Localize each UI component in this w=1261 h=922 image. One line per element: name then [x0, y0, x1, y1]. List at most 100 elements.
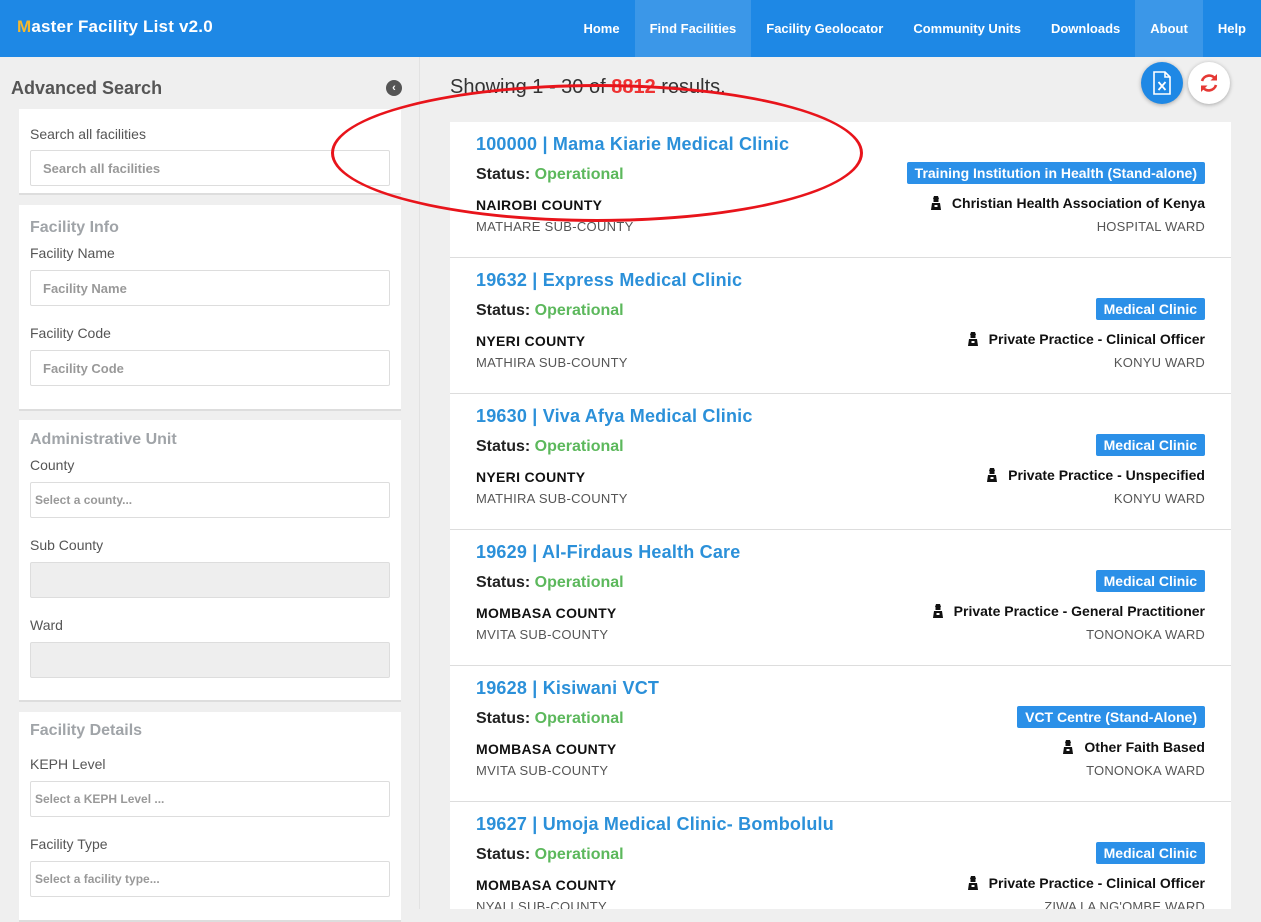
- facility-sub-county: MATHIRA SUB-COUNTY: [476, 355, 628, 370]
- facility-type-badge: Medical Clinic: [1095, 434, 1205, 456]
- status-label: Status:: [476, 574, 535, 591]
- facility-sub-county: NYALI SUB-COUNTY: [476, 899, 607, 909]
- chevron-left-circle-icon[interactable]: ‹: [386, 80, 402, 96]
- results-suffix: results.: [655, 76, 726, 98]
- excel-export-icon: [1153, 71, 1171, 95]
- facility-result-card: 19629 | Al-Firdaus Health Care Status: O…: [450, 530, 1231, 666]
- facility-result-card: 19632 | Express Medical Clinic Status: O…: [450, 258, 1231, 394]
- county-select-placeholder: Select a county...: [35, 493, 133, 507]
- facility-status: Status: Operational: [476, 710, 624, 728]
- status-label: Status:: [476, 846, 535, 863]
- status-label: Status:: [476, 166, 535, 183]
- owner-icon: [987, 468, 998, 482]
- county-label: County: [30, 457, 75, 473]
- brand-first-letter: M: [17, 17, 32, 36]
- status-label: Status:: [476, 302, 535, 319]
- facility-name-input[interactable]: [43, 280, 377, 296]
- facility-ward: KONYU WARD: [1113, 491, 1205, 506]
- facility-owner: Private Practice - Unspecified: [986, 467, 1205, 483]
- facility-title-link[interactable]: 19629 | Al-Firdaus Health Care: [476, 542, 740, 563]
- nav-about[interactable]: About: [1135, 0, 1203, 57]
- facility-result-card: 19630 | Viva Afya Medical Clinic Status:…: [450, 394, 1231, 530]
- owner-name: Private Practice - Clinical Officer: [988, 331, 1205, 347]
- status-value: Operational: [534, 302, 624, 319]
- facility-details-panel: Facility Details KEPH Level Select a KEP…: [19, 712, 401, 922]
- search-all-input-wrap: [30, 150, 390, 186]
- facility-type-badge: VCT Centre (Stand-Alone): [1017, 706, 1205, 728]
- facility-code-wrap: [30, 350, 390, 386]
- facility-owner: Christian Health Association of Kenya: [930, 195, 1205, 211]
- nav-community-units[interactable]: Community Units: [898, 0, 1036, 57]
- facility-status: Status: Operational: [476, 574, 624, 592]
- facility-type-badge: Medical Clinic: [1095, 570, 1205, 592]
- status-label: Status:: [476, 710, 535, 727]
- facility-result-card: 19628 | Kisiwani VCT Status: Operational…: [450, 666, 1231, 802]
- owner-name: Private Practice - General Practitioner: [953, 603, 1205, 619]
- nav-help[interactable]: Help: [1203, 0, 1261, 57]
- search-all-input[interactable]: [43, 160, 377, 176]
- owner-icon: [930, 196, 941, 210]
- sidebar-title: Advanced Search: [11, 78, 163, 98]
- status-value: Operational: [534, 166, 624, 183]
- nav-facility-geolocator[interactable]: Facility Geolocator: [751, 0, 898, 57]
- nav-downloads[interactable]: Downloads: [1036, 0, 1135, 57]
- facility-type-label: Facility Type: [30, 836, 108, 852]
- facility-title-link[interactable]: 19627 | Umoja Medical Clinic- Bombolulu: [476, 814, 834, 835]
- facility-owner: Private Practice - Clinical Officer: [967, 331, 1205, 347]
- facility-ward: HOSPITAL WARD: [1096, 219, 1205, 234]
- facility-type-badge: Training Institution in Health (Stand-al…: [906, 162, 1205, 184]
- status-value: Operational: [534, 438, 624, 455]
- facility-county: NYERI COUNTY: [476, 333, 586, 349]
- owner-name: Private Practice - Clinical Officer: [988, 875, 1205, 891]
- facility-county: NYERI COUNTY: [476, 469, 586, 485]
- facility-code-label: Facility Code: [30, 325, 111, 341]
- facility-owner: Other Faith Based: [1062, 739, 1205, 755]
- facility-title-link[interactable]: 19628 | Kisiwani VCT: [476, 678, 659, 699]
- keph-level-placeholder: Select a KEPH Level ...: [35, 792, 165, 806]
- nav-home[interactable]: Home: [568, 0, 634, 57]
- facility-details-title: Facility Details: [30, 722, 143, 739]
- facility-title-link[interactable]: 19630 | Viva Afya Medical Clinic: [476, 406, 753, 427]
- facility-status: Status: Operational: [476, 166, 624, 184]
- owner-icon: [932, 604, 943, 618]
- admin-unit-panel: Administrative Unit County Select a coun…: [19, 420, 401, 702]
- results-count: 8812: [611, 76, 656, 98]
- status-value: Operational: [534, 710, 624, 727]
- keph-level-select[interactable]: Select a KEPH Level ...: [30, 781, 390, 817]
- county-select[interactable]: Select a county...: [30, 482, 390, 518]
- refresh-button[interactable]: [1188, 62, 1230, 104]
- facility-ward: TONONOKA WARD: [1086, 763, 1205, 778]
- facility-info-title: Facility Info: [30, 219, 119, 236]
- facility-name-label: Facility Name: [30, 245, 115, 261]
- keph-level-label: KEPH Level: [30, 756, 106, 772]
- brand-logo[interactable]: Master Facility List v2.0: [17, 17, 213, 37]
- export-excel-button[interactable]: [1141, 62, 1183, 104]
- sub-county-select: [30, 562, 390, 598]
- status-label: Status:: [476, 438, 535, 455]
- brand-name: aster Facility List v2.0: [31, 17, 213, 36]
- facility-name-wrap: [30, 270, 390, 306]
- facility-county: MOMBASA COUNTY: [476, 741, 617, 757]
- admin-unit-title: Administrative Unit: [30, 431, 177, 448]
- facility-status: Status: Operational: [476, 302, 624, 320]
- owner-icon: [967, 332, 978, 346]
- results-summary: Showing 1 - 30 of 8812 results.: [450, 76, 726, 99]
- refresh-icon: [1200, 74, 1218, 92]
- nav-find-facilities[interactable]: Find Facilities: [634, 0, 752, 57]
- facility-ward: KONYU WARD: [1113, 355, 1205, 370]
- owner-name: Other Faith Based: [1084, 739, 1205, 755]
- facility-code-input[interactable]: [43, 360, 377, 376]
- owner-icon: [967, 876, 978, 890]
- facility-type-select[interactable]: Select a facility type...: [30, 861, 390, 897]
- facility-sub-county: MATHIRA SUB-COUNTY: [476, 491, 628, 506]
- facility-status: Status: Operational: [476, 846, 624, 864]
- facility-title-link[interactable]: 19632 | Express Medical Clinic: [476, 270, 742, 291]
- sub-county-label: Sub County: [30, 537, 104, 553]
- owner-name: Private Practice - Unspecified: [1008, 467, 1205, 483]
- facility-ward: ZIWA LA NG'OMBE WARD: [1044, 899, 1205, 909]
- facility-title-link[interactable]: 100000 | Mama Kiarie Medical Clinic: [476, 134, 789, 155]
- facility-type-placeholder: Select a facility type...: [35, 872, 160, 886]
- facility-sub-county: MATHARE SUB-COUNTY: [476, 219, 634, 234]
- owner-name: Christian Health Association of Kenya: [951, 195, 1205, 211]
- advanced-search-sidebar: Advanced Search ‹ Search all facilities …: [0, 57, 420, 922]
